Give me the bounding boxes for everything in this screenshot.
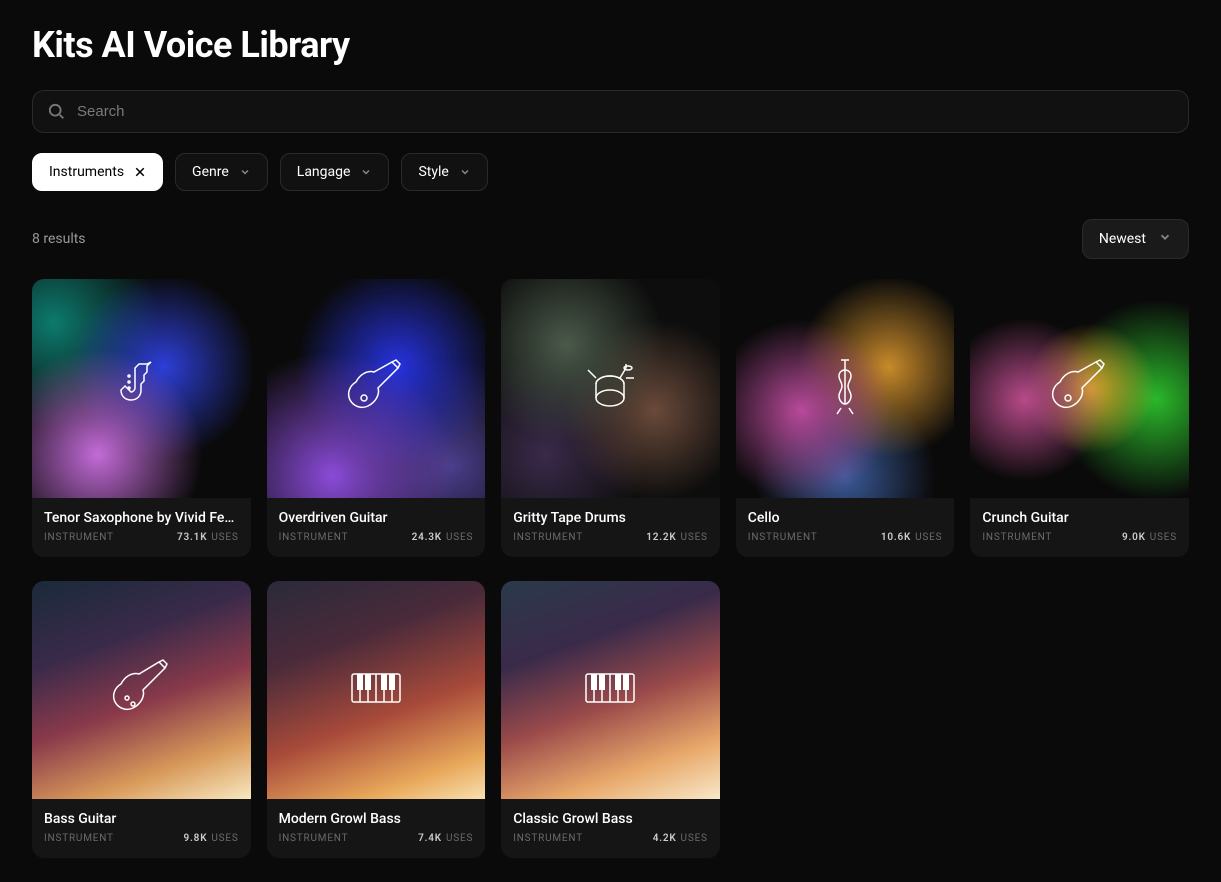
- filter-label: Genre: [192, 164, 229, 180]
- card-title: Bass Guitar: [44, 811, 239, 827]
- card-meta: Bass GuitarINSTRUMENT9.8KUSES: [32, 799, 251, 858]
- filter-label: Instruments: [49, 164, 124, 180]
- results-count: 8 results: [32, 231, 86, 247]
- drums-icon: [578, 354, 642, 422]
- card-uses: 10.6KUSES: [881, 532, 943, 543]
- chevron-down-icon: [360, 166, 372, 178]
- card-thumbnail: [501, 581, 720, 800]
- card-meta: Crunch Guitar INSTRUMENT 9.0KUSES: [970, 498, 1189, 557]
- card-title: Modern Growl Bass: [279, 811, 474, 827]
- filter-label: Style: [418, 164, 448, 180]
- card-subrow: INSTRUMENT 10.6KUSES: [748, 532, 943, 543]
- results-row: 8 results Newest: [32, 219, 1189, 259]
- card-title: Gritty Tape Drums: [513, 510, 708, 526]
- card-thumbnail: [32, 279, 251, 498]
- card-subrow: INSTRUMENT 12.2KUSES: [513, 532, 708, 543]
- card-meta: Tenor Saxophone by Vivid Feve... INSTRUME…: [32, 498, 251, 557]
- card-subrow: INSTRUMENT 73.1KUSES: [44, 532, 239, 543]
- card-thumbnail: [736, 279, 955, 498]
- card-tag: INSTRUMENT: [44, 532, 114, 543]
- card-grid: Tenor Saxophone by Vivid Feve... INSTRUME…: [32, 279, 1189, 858]
- card-uses: 24.3KUSES: [412, 532, 474, 543]
- instrument-card[interactable]: Crunch Guitar INSTRUMENT 9.0KUSES: [970, 279, 1189, 557]
- instrument-card[interactable]: Modern Growl BassINSTRUMENT7.4KUSES: [267, 581, 486, 859]
- card-thumbnail: [970, 279, 1189, 498]
- card-subrow: INSTRUMENT 24.3KUSES: [279, 532, 474, 543]
- card-thumbnail: [267, 581, 486, 800]
- instrument-card[interactable]: Gritty Tape Drums INSTRUMENT 12.2KUSES: [501, 279, 720, 557]
- card-tag: INSTRUMENT: [982, 532, 1052, 543]
- chevron-down-icon: [1158, 230, 1172, 248]
- guitar-icon: [1048, 354, 1112, 422]
- filter-bar: Instruments Genre Langage Style: [32, 153, 1189, 191]
- card-tag: INSTRUMENT: [513, 532, 583, 543]
- card-title: Classic Growl Bass: [513, 811, 708, 827]
- page-title: Kits AI Voice Library: [32, 24, 1189, 66]
- bass-icon: [109, 656, 173, 724]
- sort-dropdown[interactable]: Newest: [1082, 219, 1189, 259]
- search-input[interactable]: [32, 90, 1189, 133]
- guitar-icon: [344, 354, 408, 422]
- card-title: Cello: [748, 510, 943, 526]
- cello-icon: [813, 354, 877, 422]
- chevron-down-icon: [239, 166, 251, 178]
- card-tag: INSTRUMENT: [279, 532, 349, 543]
- card-uses: 12.2KUSES: [646, 532, 708, 543]
- close-icon: [134, 166, 146, 178]
- card-subrow: INSTRUMENT 9.0KUSES: [982, 532, 1177, 543]
- instrument-card[interactable]: Cello INSTRUMENT 10.6KUSES: [736, 279, 955, 557]
- instrument-card[interactable]: Tenor Saxophone by Vivid Feve... INSTRUME…: [32, 279, 251, 557]
- card-title: Crunch Guitar: [982, 510, 1177, 526]
- filter-chip-style[interactable]: Style: [401, 153, 487, 191]
- search-container: [32, 90, 1189, 133]
- card-meta: Overdriven Guitar INSTRUMENT 24.3KUSES: [267, 498, 486, 557]
- filter-chip-instruments[interactable]: Instruments: [32, 153, 163, 191]
- instrument-card[interactable]: Overdriven Guitar INSTRUMENT 24.3KUSES: [267, 279, 486, 557]
- card-uses: 73.1KUSES: [177, 532, 239, 543]
- card-thumbnail: [32, 581, 251, 800]
- card-title: Overdriven Guitar: [279, 510, 474, 526]
- sax-icon: [109, 354, 173, 422]
- filter-chip-langage[interactable]: Langage: [280, 153, 390, 191]
- keys-icon: [578, 656, 642, 724]
- card-tag: INSTRUMENT: [748, 532, 818, 543]
- filter-label: Langage: [297, 164, 351, 180]
- filter-chip-genre[interactable]: Genre: [175, 153, 268, 191]
- card-meta: Gritty Tape Drums INSTRUMENT 12.2KUSES: [501, 498, 720, 557]
- card-title: Tenor Saxophone by Vivid Feve...: [44, 510, 239, 526]
- card-thumbnail: [267, 279, 486, 498]
- sort-label: Newest: [1099, 231, 1146, 247]
- instrument-card[interactable]: Classic Growl BassINSTRUMENT4.2KUSES: [501, 581, 720, 859]
- card-meta: Cello INSTRUMENT 10.6KUSES: [736, 498, 955, 557]
- instrument-card[interactable]: Bass GuitarINSTRUMENT9.8KUSES: [32, 581, 251, 859]
- chevron-down-icon: [459, 166, 471, 178]
- card-meta: Modern Growl BassINSTRUMENT7.4KUSES: [267, 799, 486, 858]
- keys-icon: [344, 656, 408, 724]
- card-meta: Classic Growl BassINSTRUMENT4.2KUSES: [501, 799, 720, 858]
- card-thumbnail: [501, 279, 720, 498]
- card-uses: 9.0KUSES: [1122, 532, 1177, 543]
